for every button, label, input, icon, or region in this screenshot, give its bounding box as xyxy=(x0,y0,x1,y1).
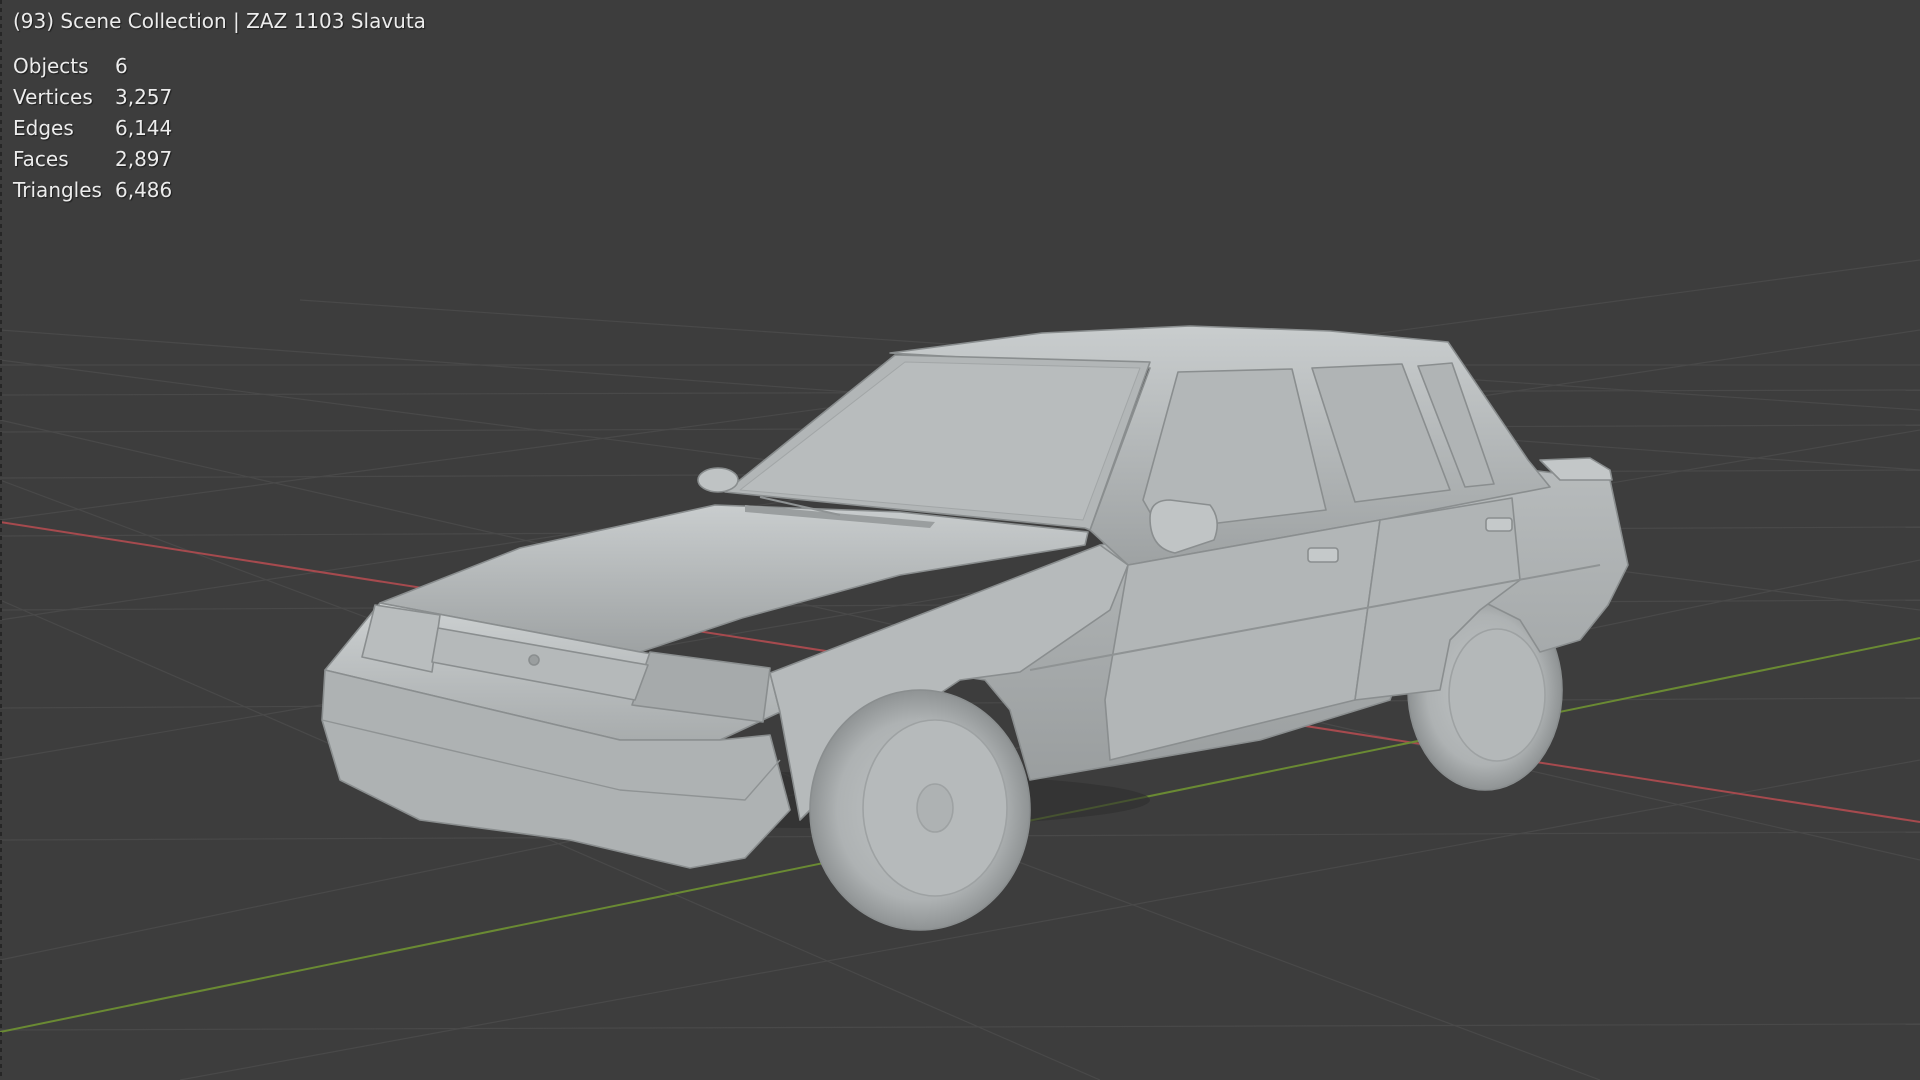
statistics-table: Objects 6 Vertices 3,257 Edges 6,144 Fac… xyxy=(13,51,172,206)
stat-value: 6,144 xyxy=(115,116,173,140)
stat-row-edges: Edges 6,144 xyxy=(13,113,172,144)
stat-label: Objects xyxy=(13,54,89,78)
car-model xyxy=(321,325,1629,931)
stat-value: 6 xyxy=(115,54,128,78)
stat-value: 2,897 xyxy=(115,147,173,171)
stat-row-vertices: Vertices 3,257 xyxy=(13,82,172,113)
stat-row-faces: Faces 2,897 xyxy=(13,144,172,175)
stat-label: Triangles xyxy=(13,178,102,202)
stat-value: 6,486 xyxy=(115,178,173,202)
stat-row-triangles: Triangles 6,486 xyxy=(13,175,172,206)
viewport-left-edge xyxy=(0,0,2,1080)
3d-viewport[interactable]: (93) Scene Collection | ZAZ 1103 Slavuta… xyxy=(0,0,1920,1080)
stat-label: Edges xyxy=(13,116,74,140)
viewport-text-overlay: (93) Scene Collection | ZAZ 1103 Slavuta… xyxy=(13,6,426,206)
stat-label: Vertices xyxy=(13,85,93,109)
stat-value: 3,257 xyxy=(115,85,173,109)
stat-label: Faces xyxy=(13,147,69,171)
collection-title: (93) Scene Collection | ZAZ 1103 Slavuta xyxy=(13,9,426,33)
stat-row-objects: Objects 6 xyxy=(13,51,172,82)
